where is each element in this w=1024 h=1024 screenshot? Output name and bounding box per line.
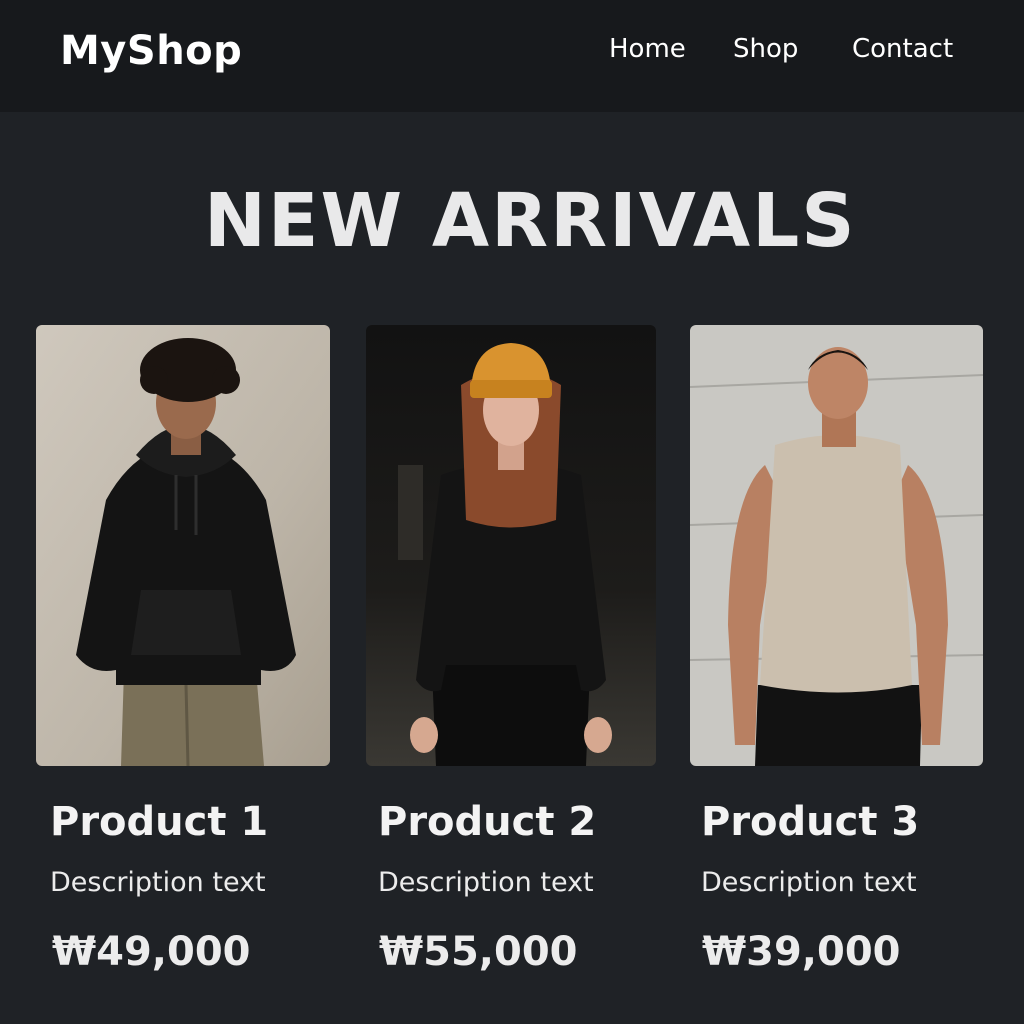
brand-logo[interactable]: MyShop: [60, 28, 242, 74]
product-name[interactable]: Product 3: [701, 799, 919, 845]
product-price: ₩39,000: [702, 929, 901, 975]
top-navbar: MyShop Home Shop Contact: [0, 0, 1024, 112]
product-card[interactable]: Product 1 Description text ₩49,000: [36, 325, 330, 1005]
product-name[interactable]: Product 1: [50, 799, 268, 845]
product-price: ₩49,000: [52, 929, 251, 975]
product-name[interactable]: Product 2: [378, 799, 596, 845]
product-card[interactable]: Product 2 Description text ₩55,000: [366, 325, 656, 1005]
product-card[interactable]: Product 3 Description text ₩39,000: [690, 325, 983, 1005]
section-title: NEW ARRIVALS: [204, 178, 857, 264]
product-image[interactable]: [690, 325, 983, 766]
nav-link-home[interactable]: Home: [609, 34, 686, 64]
nav-link-contact[interactable]: Contact: [852, 34, 953, 64]
product-price: ₩55,000: [379, 929, 578, 975]
product-image[interactable]: [366, 325, 656, 766]
product-description: Description text: [378, 867, 594, 898]
product-description: Description text: [701, 867, 917, 898]
nav-link-shop[interactable]: Shop: [733, 34, 798, 64]
product-image[interactable]: [36, 325, 330, 766]
product-description: Description text: [50, 867, 266, 898]
